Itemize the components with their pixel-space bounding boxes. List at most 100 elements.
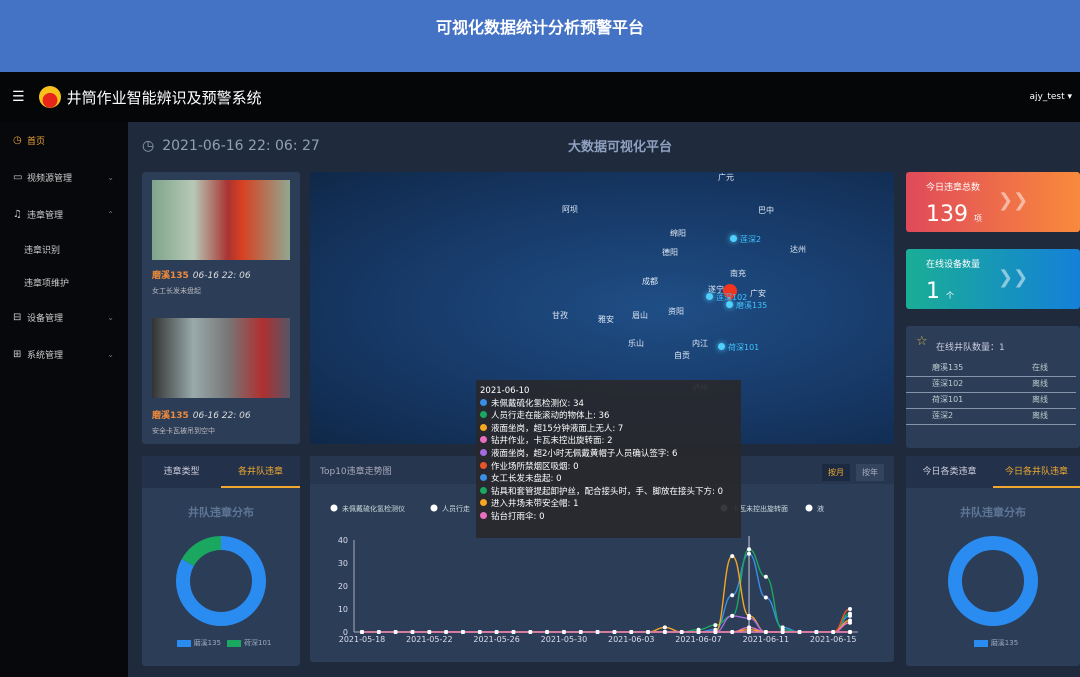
tooltip-row: 钻井作业，卡瓦未控出旋转面: 2 xyxy=(480,435,737,448)
data-point[interactable] xyxy=(713,623,718,628)
data-point[interactable] xyxy=(612,630,617,634)
legend-label[interactable]: 人员行走 xyxy=(442,504,470,513)
panel-tab[interactable]: 各井队违章 xyxy=(221,456,300,488)
map-city-label: 达州 xyxy=(790,245,806,254)
data-point[interactable] xyxy=(393,630,398,634)
series-dot-icon xyxy=(480,398,487,406)
data-point[interactable] xyxy=(848,620,852,625)
team-row: 莲深102 离线 xyxy=(906,378,1076,393)
alert-desc: 女工长发未盘起 xyxy=(152,287,201,295)
data-point[interactable] xyxy=(511,630,516,634)
panel-tab[interactable]: 违章类型 xyxy=(142,456,221,488)
data-point[interactable] xyxy=(460,630,465,634)
data-point[interactable] xyxy=(780,630,785,634)
data-point[interactable] xyxy=(713,630,718,634)
user-menu[interactable]: ajy_test ▾ xyxy=(1029,92,1072,102)
sidebar-item[interactable]: ▭ 视频源管理 ⌄ xyxy=(0,159,128,196)
legend-marker[interactable] xyxy=(330,504,338,512)
alert-image[interactable] xyxy=(152,180,290,260)
map-site-marker[interactable]: 荷深101 xyxy=(718,342,759,353)
data-point[interactable] xyxy=(410,630,415,634)
data-point[interactable] xyxy=(848,611,852,616)
y-tick-label: 30 xyxy=(338,559,348,568)
sidebar-item[interactable]: 违章项维护 xyxy=(0,266,128,299)
data-point[interactable] xyxy=(730,554,735,559)
sidebar-item[interactable]: ⊞ 系统管理 ⌄ xyxy=(0,336,128,373)
legend-marker[interactable] xyxy=(430,504,438,512)
data-point[interactable] xyxy=(814,630,819,634)
clock-icon: ◷ xyxy=(142,138,155,154)
legend-label[interactable]: 液 xyxy=(817,504,824,513)
legend-label[interactable]: 未佩戴硫化氢检测仪 xyxy=(342,504,405,513)
data-point[interactable] xyxy=(662,630,667,634)
legend-swatch xyxy=(176,639,191,647)
series-dot-icon xyxy=(480,411,487,419)
series-value: : 0 xyxy=(567,461,579,472)
alert-image[interactable] xyxy=(152,318,290,398)
data-point[interactable] xyxy=(747,616,752,621)
sidebar-item[interactable]: ◷ 首页 xyxy=(0,122,128,159)
menu-icon: ⊞ xyxy=(13,349,22,360)
data-point[interactable] xyxy=(662,625,667,630)
data-point[interactable] xyxy=(763,595,768,600)
sidebar-item[interactable]: 违章识别 xyxy=(0,233,128,266)
data-point[interactable] xyxy=(831,630,836,634)
data-point[interactable] xyxy=(629,630,634,634)
data-point[interactable] xyxy=(376,630,381,634)
sidebar-item[interactable]: ♫ 违章管理 ⌃ xyxy=(0,196,128,233)
data-point[interactable] xyxy=(730,593,735,598)
series-line[interactable] xyxy=(361,548,851,633)
map-city-label: 广安 xyxy=(750,289,766,298)
data-point[interactable] xyxy=(545,630,550,634)
map-site-marker[interactable]: 磨溪135 xyxy=(726,300,767,311)
data-point[interactable] xyxy=(747,547,752,552)
legend-label[interactable]: 磨溪135 xyxy=(991,639,1018,647)
series-dot-icon xyxy=(480,423,487,431)
data-point[interactable] xyxy=(747,630,752,634)
donut-slice[interactable] xyxy=(948,536,1038,626)
tooltip-date: 2021-06-10 xyxy=(480,386,530,396)
data-point[interactable] xyxy=(763,574,768,579)
data-point[interactable] xyxy=(444,630,449,634)
sidebar-item[interactable]: ⊟ 设备管理 ⌄ xyxy=(0,299,128,336)
sidebar-item-label: 首页 xyxy=(27,137,46,147)
map-city-label: 广元 xyxy=(718,173,734,182)
x-tick-label: 2021-06-11 xyxy=(743,635,790,644)
data-point[interactable] xyxy=(679,630,684,634)
data-point[interactable] xyxy=(360,630,364,634)
data-point[interactable] xyxy=(578,630,583,634)
data-point[interactable] xyxy=(730,630,735,634)
hamburger-menu-icon[interactable]: ☰ xyxy=(12,89,25,105)
panel-tab[interactable]: 今日各类违章 xyxy=(906,456,993,488)
map-city-label: 绵阳 xyxy=(670,229,686,238)
data-point[interactable] xyxy=(848,607,852,611)
panel-tab[interactable]: 今日各井队违章 xyxy=(993,456,1080,488)
legend-label[interactable]: 磨溪135 xyxy=(194,639,221,647)
legend-label[interactable]: 荷深101 xyxy=(244,639,271,647)
data-point[interactable] xyxy=(427,630,432,634)
data-point[interactable] xyxy=(730,613,735,618)
data-point[interactable] xyxy=(747,551,752,556)
data-point[interactable] xyxy=(848,630,852,634)
data-point[interactable] xyxy=(797,630,802,634)
team-row: 磨溪135 在线 xyxy=(906,362,1076,377)
map-site-marker[interactable]: 莲深2 xyxy=(730,234,761,245)
stat-value: 139 项 xyxy=(926,202,982,227)
page-title: 大数据可视化平台 xyxy=(568,140,673,155)
data-point[interactable] xyxy=(763,630,768,634)
data-point[interactable] xyxy=(494,630,499,634)
data-point[interactable] xyxy=(595,630,600,634)
data-point[interactable] xyxy=(528,630,533,634)
series-line[interactable] xyxy=(361,622,851,633)
tooltip-row: 液面坐岗，超15分钟液面上无人: 7 xyxy=(480,423,737,436)
data-point[interactable] xyxy=(646,630,651,634)
stat-value: 1个 xyxy=(926,279,954,304)
data-point[interactable] xyxy=(561,630,566,634)
x-tick-label: 2021-06-03 xyxy=(608,635,655,644)
series-value: : 1 xyxy=(567,499,579,510)
tooltip-row: 未佩戴硫化氢检测仪: 34 xyxy=(480,398,737,411)
legend-marker[interactable] xyxy=(805,504,813,512)
data-point[interactable] xyxy=(696,630,701,634)
datetime-text: 2021-06-16 22: 06: 27 xyxy=(162,138,320,154)
data-point[interactable] xyxy=(477,630,482,634)
